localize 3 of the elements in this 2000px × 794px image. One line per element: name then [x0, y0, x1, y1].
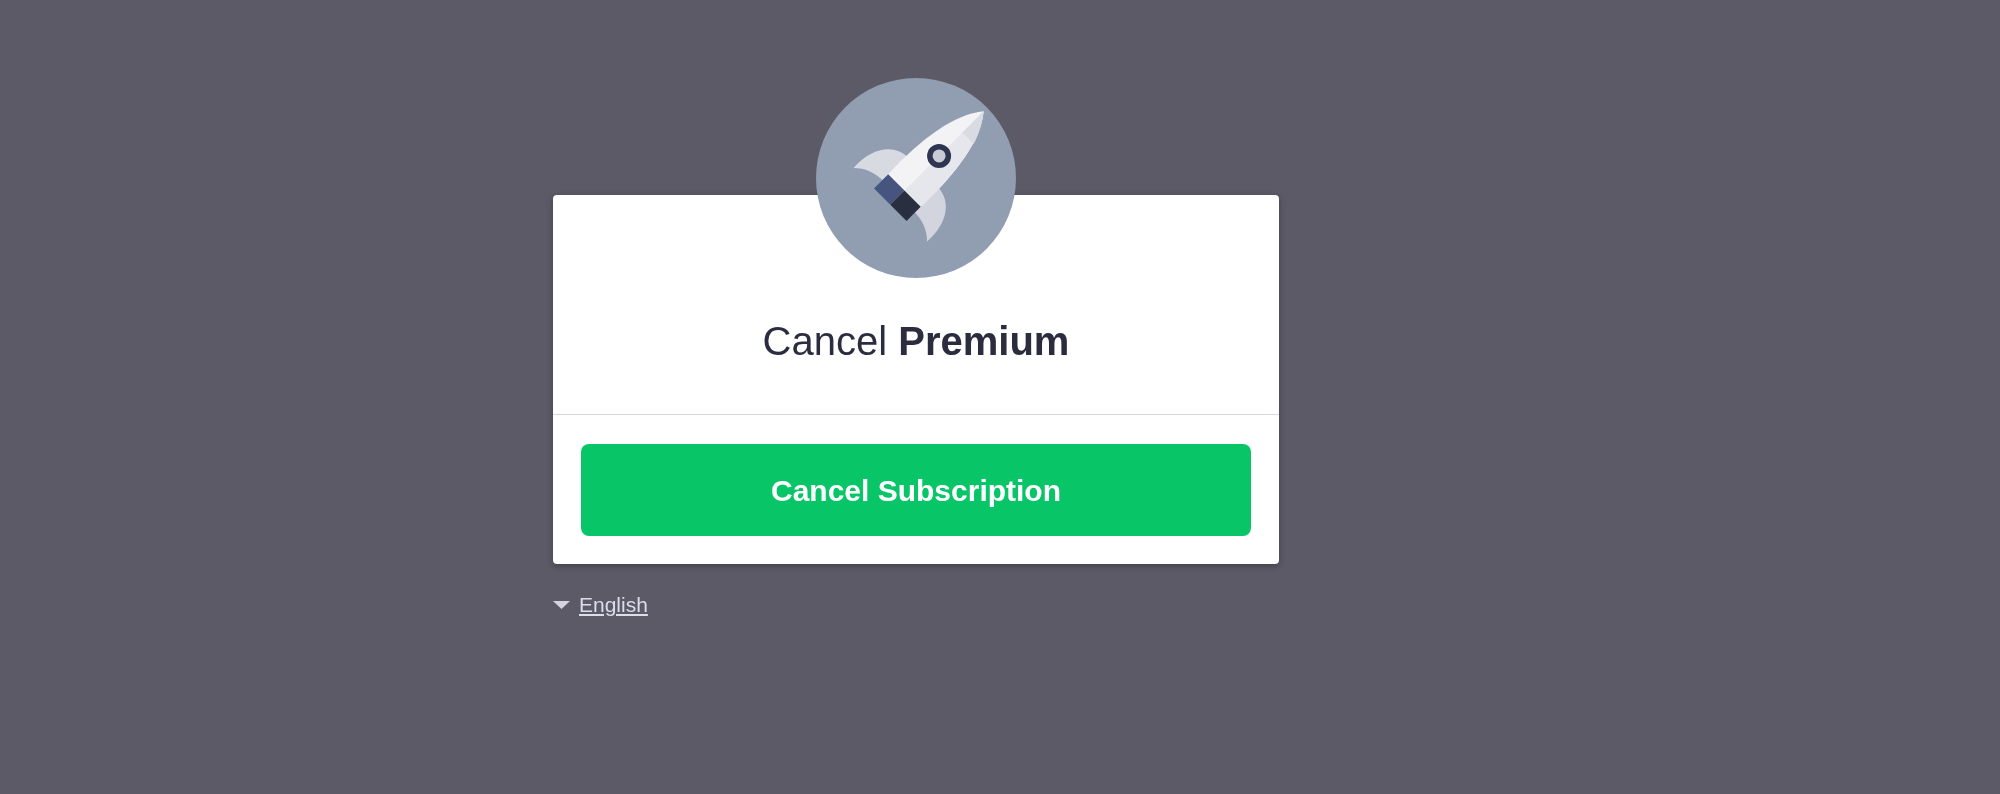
- dialog-title: Cancel Premium: [762, 318, 1070, 365]
- language-selector[interactable]: English: [553, 592, 648, 617]
- caret-down-icon: [553, 600, 570, 609]
